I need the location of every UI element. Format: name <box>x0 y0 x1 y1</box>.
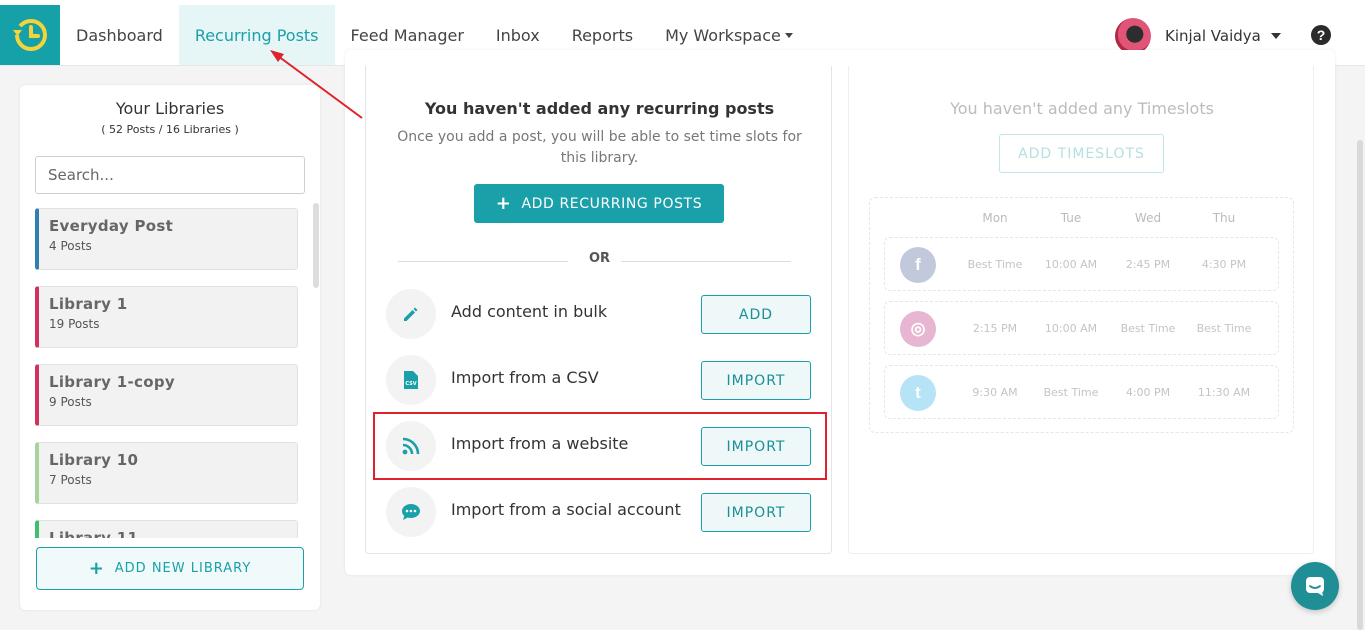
pencil-icon <box>386 289 436 339</box>
timeslot-time: 4:00 PM <box>1125 386 1171 399</box>
library-name: Everyday Post <box>49 217 174 235</box>
library-count: 19 Posts <box>49 317 100 331</box>
timeslot-row-twitter: t 9:30 AM Best Time 4:00 PM 11:30 AM <box>884 365 1279 419</box>
timeslot-time: Best Time <box>1120 322 1176 335</box>
option-bulk-content: Add content in bulk ADD <box>386 287 816 341</box>
timeslot-time: Best Time <box>1043 386 1099 399</box>
nav-feed-manager-label: Feed Manager <box>350 25 464 45</box>
app-logo[interactable] <box>0 5 60 65</box>
chat-icon <box>1306 577 1324 596</box>
nav-reports-label: Reports <box>571 25 634 45</box>
recurring-empty-description: Once you add a post, you will be able to… <box>397 129 802 166</box>
caret-down-icon <box>1270 33 1281 39</box>
library-count: 9 Posts <box>49 395 92 409</box>
timeslot-time: 9:30 AM <box>972 386 1018 399</box>
option-label: Import from a CSV <box>451 368 599 387</box>
timeslot-time: 10:00 AM <box>1044 258 1098 271</box>
page-scrollbar[interactable] <box>1357 140 1363 630</box>
library-name: Library 1-copy <box>49 373 175 391</box>
nav-dashboard-label: Dashboard <box>76 25 163 45</box>
chat-launcher-button[interactable] <box>1291 562 1339 610</box>
library-count: 7 Posts <box>49 473 92 487</box>
timeslot-preview-grid: Mon Tue Wed Thu f Best Time 10:00 AM 2:4… <box>869 197 1294 433</box>
timeslot-time: 2:15 PM <box>972 322 1018 335</box>
libraries-panel: Your Libraries ( 52 Posts / 16 Libraries… <box>20 85 320 610</box>
option-label: Add content in bulk <box>451 302 608 321</box>
library-name: Library 11 <box>49 529 139 538</box>
libraries-title: Your Libraries <box>115 99 225 118</box>
library-count: 4 Posts <box>49 239 92 253</box>
library-item[interactable]: Library 1-copy 9 Posts <box>35 364 298 426</box>
library-name: Library 1 <box>49 295 128 313</box>
svg-text:CSV: CSV <box>405 381 416 387</box>
library-item[interactable]: Library 11 <box>35 520 298 538</box>
library-item[interactable]: Everyday Post 4 Posts <box>35 208 298 270</box>
twitter-icon: t <box>900 375 936 411</box>
library-item[interactable]: Library 1 19 Posts <box>35 286 298 348</box>
help-icon[interactable]: ? <box>1311 25 1331 45</box>
library-search-input[interactable] <box>35 156 305 194</box>
recurring-empty-title: You haven't added any recurring posts <box>424 99 775 118</box>
timeslot-time: 10:00 AM <box>1044 322 1098 335</box>
add-recurring-posts-button[interactable]: + ADD RECURRING POSTS <box>474 184 724 223</box>
plus-icon: + <box>88 557 105 579</box>
add-new-library-button[interactable]: + ADD NEW LIBRARY <box>36 547 304 590</box>
timeslots-card: You haven't added any Timeslots ADD TIME… <box>848 66 1314 554</box>
facebook-icon: f <box>900 247 936 283</box>
nav-inbox-label: Inbox <box>495 25 540 45</box>
option-import-csv: CSV Import from a CSV IMPORT <box>386 353 816 407</box>
day-header: Wed <box>1134 211 1162 225</box>
clock-logo-icon <box>13 19 47 51</box>
option-import-social: Import from a social account IMPORT <box>386 485 816 539</box>
library-item[interactable]: Library 10 7 Posts <box>35 442 298 504</box>
csv-file-icon: CSV <box>386 355 436 405</box>
nav-my-workspace-label: My Workspace <box>665 25 781 45</box>
user-menu[interactable]: Kinjal Vaidya <box>1115 18 1281 54</box>
plus-icon: + <box>495 192 512 214</box>
timeslot-time: 11:30 AM <box>1197 386 1251 399</box>
annotation-highlight-box <box>373 412 827 480</box>
library-name: Library 10 <box>49 451 139 469</box>
main-panel: You haven't added any recurring posts On… <box>345 50 1335 575</box>
nav-dashboard[interactable]: Dashboard <box>60 5 179 65</box>
import-csv-button[interactable]: IMPORT <box>701 361 811 400</box>
day-header: Mon <box>982 211 1008 225</box>
timeslot-time: 4:30 PM <box>1201 258 1247 271</box>
or-separator: OR <box>588 251 611 266</box>
divider <box>621 261 791 262</box>
library-list: Everyday Post 4 Posts Library 1 19 Posts… <box>35 208 305 538</box>
timeslot-row-facebook: f Best Time 10:00 AM 2:45 PM 4:30 PM <box>884 237 1279 291</box>
timeslot-row-instagram: ◎ 2:15 PM 10:00 AM Best Time Best Time <box>884 301 1279 355</box>
timeslots-empty-title: You haven't added any Timeslots <box>950 99 1214 118</box>
add-bulk-button[interactable]: ADD <box>701 295 811 334</box>
library-list-scrollbar[interactable] <box>313 203 319 288</box>
chat-bubble-icon <box>386 487 436 537</box>
recurring-posts-card: You haven't added any recurring posts On… <box>365 66 832 554</box>
timeslot-time: 2:45 PM <box>1125 258 1171 271</box>
instagram-icon: ◎ <box>900 311 936 347</box>
import-social-button[interactable]: IMPORT <box>701 493 811 532</box>
add-new-library-label: ADD NEW LIBRARY <box>114 561 252 576</box>
timeslot-time: Best Time <box>967 258 1023 271</box>
nav-recurring-posts[interactable]: Recurring Posts <box>178 5 335 65</box>
day-header: Tue <box>1060 211 1082 225</box>
add-recurring-posts-label: ADD RECURRING POSTS <box>521 195 703 212</box>
user-name: Kinjal Vaidya <box>1165 27 1261 45</box>
nav-recurring-posts-label: Recurring Posts <box>194 25 319 45</box>
libraries-subtitle: ( 52 Posts / 16 Libraries ) <box>101 123 239 136</box>
add-timeslots-button[interactable]: ADD TIMESLOTS <box>999 134 1164 173</box>
caret-down-icon <box>784 32 793 38</box>
option-label: Import from a social account <box>451 500 681 519</box>
timeslot-time: Best Time <box>1196 322 1252 335</box>
avatar <box>1115 18 1151 54</box>
day-header: Thu <box>1212 211 1236 225</box>
